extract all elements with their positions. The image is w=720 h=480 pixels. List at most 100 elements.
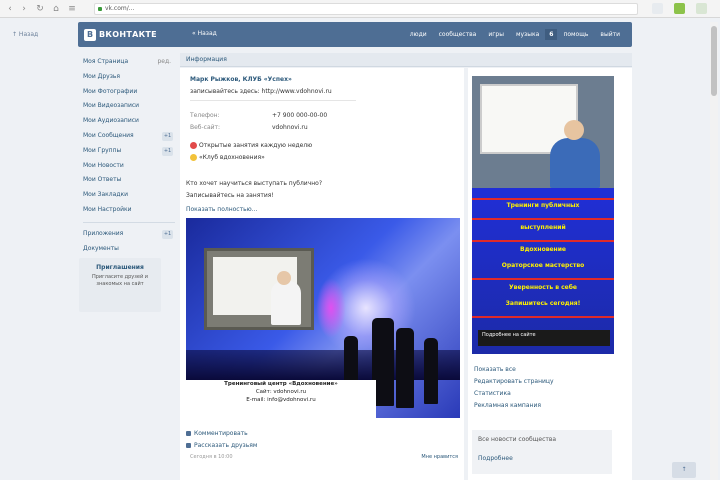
secure-icon — [98, 7, 102, 11]
nav-logout[interactable]: выйти — [594, 31, 626, 38]
sidebar-item-label: Мои Настройки — [83, 205, 132, 213]
extension-icon[interactable] — [652, 3, 663, 14]
ad-stripe — [472, 218, 614, 220]
tab-info[interactable]: Информация — [186, 56, 227, 63]
header-back-link[interactable]: « Назад — [192, 30, 217, 37]
scroll-top-button[interactable]: ↑ — [672, 462, 696, 478]
show-more-link[interactable]: Показать полностью... — [186, 206, 257, 213]
home-icon[interactable]: ⌂ — [50, 3, 62, 15]
highlight-line: «Клуб вдохновения» — [190, 154, 265, 161]
sidebar-item-label: Мои Ответы — [83, 176, 122, 184]
ad-photo[interactable] — [472, 76, 614, 188]
like-link[interactable]: Мне нравится — [421, 454, 458, 460]
sidebar-item-label: Мои Видеозаписи — [83, 102, 140, 110]
news-box-link[interactable]: Подробнее — [478, 455, 606, 462]
comment-link[interactable]: Комментировать — [186, 430, 248, 437]
sidebar-item-label: Мои Группы — [83, 146, 122, 154]
sidebar-item-news[interactable]: Мои Новости — [83, 159, 175, 174]
sidebar-item-groups[interactable]: Мои Группы +1 — [83, 144, 175, 159]
sidebar-item-my-page[interactable]: Моя Страница ред. — [83, 55, 175, 70]
site-logo[interactable]: B ВКОНТАКТЕ — [84, 28, 157, 41]
post-date: Сегодня в 10:00 — [190, 454, 233, 460]
promo-text: Пригласите друзей и знакомых на сайт — [91, 274, 149, 287]
extension-globe-icon[interactable] — [696, 3, 707, 14]
scroll-back-link[interactable]: ↑ Назад — [12, 31, 38, 38]
sidebar-item-friends[interactable]: Мои Друзья — [83, 70, 175, 85]
forward-arrow-icon[interactable]: › — [18, 3, 30, 15]
invite-promo[interactable]: Приглашения Пригласите друзей и знакомых… — [79, 258, 161, 312]
ad-stripe — [472, 278, 614, 280]
sidebar-item-settings[interactable]: Мои Настройки — [83, 203, 175, 218]
url-text: vk.com/... — [105, 5, 135, 12]
info-label: Телефон: — [190, 112, 220, 119]
site-header: B ВКОНТАКТЕ « Назад люди сообщества игры… — [78, 22, 632, 47]
yellow-dot-icon — [190, 154, 197, 161]
sidebar-item-label: Документы — [83, 244, 119, 252]
ad-bar[interactable]: Подробнее на сайте — [478, 330, 610, 346]
speaker-head — [277, 271, 291, 285]
sidebar-item-label: Мои Новости — [83, 161, 124, 169]
right-link[interactable]: Редактировать страницу — [474, 378, 554, 385]
sidebar-item-audio[interactable]: Мои Аудиозаписи — [83, 114, 175, 129]
speaker-photo — [204, 248, 314, 330]
nav-people[interactable]: люди — [404, 31, 433, 38]
reload-icon[interactable]: ↻ — [34, 3, 46, 15]
count-badge: +1 — [162, 146, 173, 156]
nav-music[interactable]: музыка — [510, 31, 545, 38]
sidebar-item-label: Мои Аудиозаписи — [83, 117, 139, 125]
footer-label: Комментировать — [194, 430, 248, 437]
header-nav: люди сообщества игры музыка 6 помощь вый… — [404, 22, 626, 47]
sidebar-item-messages[interactable]: Мои Сообщения +1 — [83, 129, 175, 144]
page-scrollbar[interactable] — [710, 22, 718, 480]
caption-line: E-mail: info@vdohnovi.ru — [246, 397, 316, 403]
sidebar-item-answers[interactable]: Мои Ответы — [83, 173, 175, 188]
nav-communities[interactable]: сообщества — [433, 31, 483, 38]
right-link[interactable]: Показать все — [474, 366, 516, 373]
sidebar-item-documents[interactable]: Документы — [83, 242, 175, 257]
promo-banner-image[interactable]: Тренинговый центр «Вдохновение» Сайт: vd… — [186, 218, 460, 418]
ad-line: Уверенность в себе — [509, 284, 577, 291]
footer-label: Рассказать друзьям — [194, 442, 258, 449]
back-arrow-icon[interactable]: ‹ — [4, 3, 16, 15]
speaker-figure — [271, 281, 301, 325]
right-link[interactable]: Рекламная кампания — [474, 402, 541, 409]
banner-caption: Тренинговый центр «Вдохновение» Сайт: vd… — [186, 380, 376, 418]
comment-icon — [186, 431, 191, 436]
right-link[interactable]: Статистика — [474, 390, 511, 397]
logo-mark: B — [84, 28, 96, 41]
ad-stripe — [472, 316, 614, 318]
banner-magenta-light — [316, 278, 346, 338]
sidebar-item-videos[interactable]: Мои Видеозаписи — [83, 99, 175, 114]
info-value: +7 900 000-00-00 — [272, 112, 328, 119]
nav-games[interactable]: игры — [482, 31, 510, 38]
sidebar-item-label: Мои Закладки — [83, 191, 128, 199]
ad-line: Запишитесь сегодня! — [505, 300, 581, 307]
address-bar[interactable]: vk.com/... — [94, 3, 638, 15]
page-title: Марк Рыжков, КЛУБ «Успех» — [190, 76, 292, 83]
highlight-line: Открытые занятия каждую неделю — [190, 142, 312, 149]
sidebar-item-label: Мои Друзья — [83, 72, 121, 80]
caption-line: Тренинговый центр «Вдохновение» — [224, 381, 338, 387]
silhouette-figure — [424, 338, 438, 404]
nav-help[interactable]: помощь — [557, 31, 594, 38]
info-value[interactable]: vdohnovi.ru — [272, 124, 308, 131]
divider — [190, 100, 356, 101]
extension-leaf-icon[interactable] — [674, 3, 685, 14]
speaker-figure — [550, 138, 600, 188]
sidebar-item-bookmarks[interactable]: Мои Закладки — [83, 188, 175, 203]
silhouette-figure — [396, 328, 414, 408]
ad-banner[interactable]: Тренинги публичных выступлений Вдохновен… — [472, 188, 614, 354]
scrollbar-thumb[interactable] — [711, 26, 717, 96]
browser-chrome: ‹ › ↻ ⌂ ≡ vk.com/... — [0, 0, 720, 18]
sidebar-item-apps[interactable]: Приложения +1 — [83, 227, 175, 242]
menu-icon[interactable]: ≡ — [66, 3, 78, 15]
nav-notifications-badge[interactable]: 6 — [545, 29, 558, 40]
sidebar-item-photos[interactable]: Мои Фотографии — [83, 85, 175, 100]
share-link[interactable]: Рассказать друзьям — [186, 442, 257, 449]
right-column: Тренинги публичных выступлений Вдохновен… — [468, 68, 632, 480]
highlight-text: «Клуб вдохновения» — [199, 154, 265, 161]
profile-card: Марк Рыжков, КЛУБ «Успех» записывайтесь … — [180, 68, 464, 480]
page-tabbar: Информация — [180, 53, 632, 67]
edit-link[interactable]: ред. — [157, 55, 171, 70]
ad-line: Ораторское мастерство — [501, 262, 585, 269]
